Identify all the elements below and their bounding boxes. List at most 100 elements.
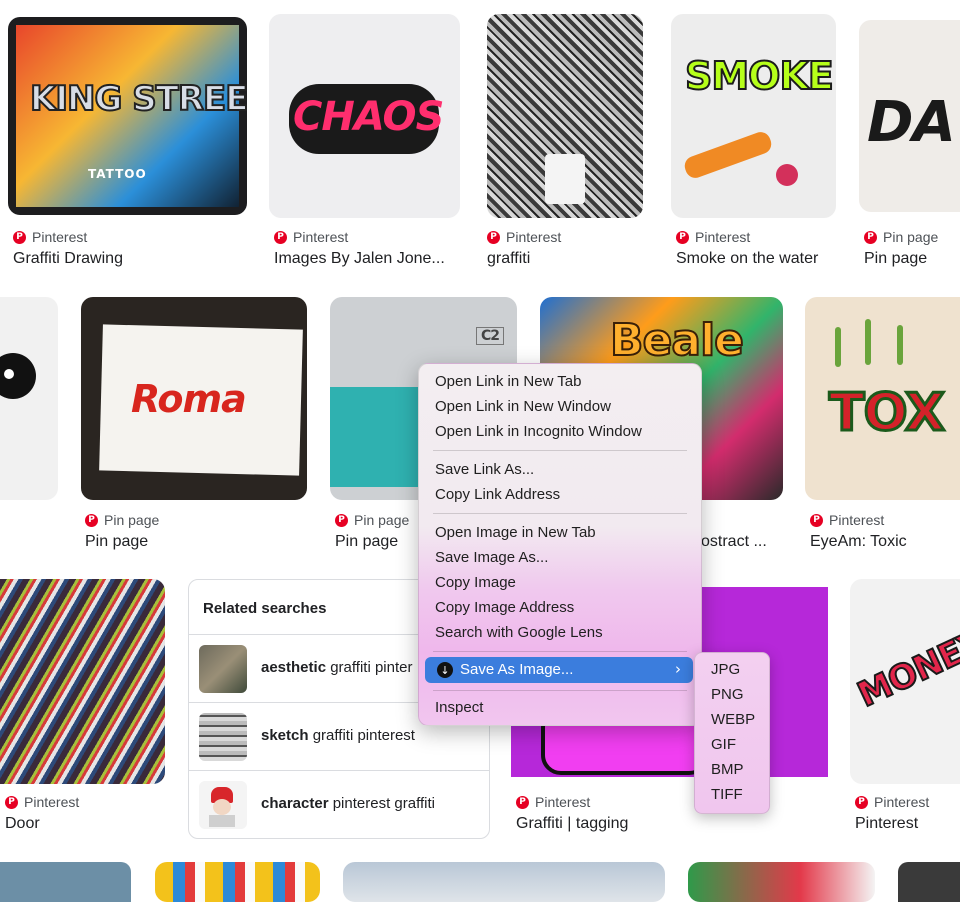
graffiti-art-text: Beale — [609, 314, 745, 367]
result-title[interactable]: graffiti — [487, 250, 643, 268]
result-image[interactable]: DA — [859, 20, 960, 212]
context-menu: Open Link in New Tab Open Link in New Wi… — [418, 363, 702, 726]
result-source-label: Pinterest — [535, 794, 591, 810]
related-search-keyword: sketch — [261, 727, 309, 744]
pinterest-icon: P — [274, 230, 287, 244]
related-search-rest: graffiti pinter — [326, 659, 413, 676]
related-searches-heading: Related searches — [203, 600, 327, 617]
result-source: P Pinterest — [516, 794, 590, 810]
chevron-right-icon: › — [675, 660, 681, 678]
result-title[interactable]: Graffiti Drawing — [13, 250, 248, 268]
result-title[interactable]: Pinterest — [855, 815, 960, 833]
result-image[interactable] — [0, 579, 165, 784]
graffiti-art-text: SMOKE — [684, 53, 835, 99]
submenu-bmp[interactable]: BMP — [711, 761, 744, 778]
result-source-label: Pinterest — [695, 229, 751, 245]
menu-save-image-as[interactable]: Save Image As... — [435, 549, 548, 566]
menu-open-link-incognito[interactable]: Open Link in Incognito Window — [435, 423, 642, 440]
result-image[interactable] — [0, 862, 131, 902]
menu-save-as-image[interactable]: ↓ Save As Image... › — [425, 657, 693, 683]
result-source-label: Pin page — [883, 229, 939, 245]
result-image[interactable]: Roma — [81, 297, 307, 500]
menu-save-as-image-label: Save As Image... — [460, 661, 574, 678]
related-search-keyword: aesthetic — [261, 659, 327, 676]
result-image[interactable] — [688, 862, 875, 902]
pinterest-icon: P — [13, 230, 26, 244]
related-search-thumbnail — [199, 713, 247, 761]
menu-open-link-new-tab[interactable]: Open Link in New Tab — [435, 373, 581, 390]
result-source-label: Pinterest — [293, 229, 349, 245]
result-title[interactable]: Pin page — [85, 533, 285, 551]
result-image[interactable] — [343, 862, 665, 902]
pinterest-icon: P — [5, 795, 18, 809]
related-search-rest: graffiti pinterest — [308, 727, 415, 744]
related-search-thumbnail — [199, 781, 247, 829]
related-search-thumbnail — [199, 645, 247, 693]
related-search-item[interactable]: character pinterest graffiti — [189, 770, 489, 838]
result-source: P Pinterest — [274, 229, 348, 245]
graffiti-art-text: Roma — [131, 377, 247, 421]
menu-save-link-as[interactable]: Save Link As... — [435, 461, 534, 478]
submenu-tiff[interactable]: TIFF — [711, 786, 743, 803]
result-source: P Pinterest — [13, 229, 87, 245]
result-source: P Pinterest — [676, 229, 750, 245]
result-image[interactable] — [487, 14, 643, 218]
result-image[interactable] — [0, 297, 58, 500]
result-image[interactable]: CHAOS — [269, 14, 460, 218]
result-image[interactable] — [155, 862, 320, 902]
related-search-text[interactable]: character pinterest graffiti — [261, 795, 435, 812]
submenu-webp[interactable]: WEBP — [711, 711, 755, 728]
result-source-label: Pinterest — [874, 794, 930, 810]
menu-copy-image[interactable]: Copy Image — [435, 574, 516, 591]
result-source-label: Pinterest — [24, 794, 80, 810]
menu-inspect[interactable]: Inspect — [435, 699, 483, 716]
related-search-rest: pinterest graffiti — [328, 795, 435, 812]
pinterest-icon: P — [676, 230, 689, 244]
graffiti-art-subtext: TATTOO — [88, 167, 147, 181]
related-search-text[interactable]: aesthetic graffiti pinter — [261, 659, 412, 676]
menu-copy-link-address[interactable]: Copy Link Address — [435, 486, 560, 503]
pinterest-icon: P — [516, 795, 529, 809]
result-title[interactable]: Pin page — [864, 250, 960, 268]
result-image[interactable] — [898, 862, 960, 902]
result-title[interactable]: Pin page — [335, 533, 415, 551]
result-title[interactable]: Images By Jalen Jone... — [274, 250, 460, 268]
result-source-label: Pinterest — [506, 229, 562, 245]
submenu-gif[interactable]: GIF — [711, 736, 736, 753]
result-title[interactable]: Door — [5, 815, 165, 833]
download-icon: ↓ — [437, 662, 453, 678]
result-title[interactable]: Graffiti | tagging — [516, 815, 691, 833]
result-title[interactable]: ostract ... — [701, 533, 771, 551]
result-source: P Pinterest — [5, 794, 79, 810]
result-source-label: Pinterest — [32, 229, 88, 245]
graffiti-art-text: CHAOS — [293, 94, 444, 140]
result-source: P Pinterest — [487, 229, 561, 245]
pinterest-icon: P — [864, 230, 877, 244]
result-image[interactable]: KING STREET TATTOO — [8, 17, 247, 215]
menu-separator — [433, 651, 687, 652]
result-image[interactable]: TOX — [805, 297, 960, 500]
result-source: P Pin page — [335, 512, 409, 528]
menu-open-image-new-tab[interactable]: Open Image in New Tab — [435, 524, 596, 541]
result-title[interactable]: Smoke on the water — [676, 250, 836, 268]
pinterest-icon: P — [855, 795, 868, 809]
menu-open-link-new-window[interactable]: Open Link in New Window — [435, 398, 611, 415]
graffiti-art-text: TOX — [828, 382, 947, 445]
result-source: P Pinterest — [810, 512, 884, 528]
pinterest-icon: P — [810, 513, 823, 527]
result-image[interactable]: MONEY — [850, 579, 960, 784]
result-image[interactable]: SMOKE — [671, 14, 836, 218]
graffiti-art-text: DA — [867, 90, 956, 155]
result-title[interactable]: EyeAm: Toxic — [810, 533, 960, 551]
result-source-label: Pinterest — [829, 512, 885, 528]
result-source-label: Pin page — [104, 512, 160, 528]
submenu-png[interactable]: PNG — [711, 686, 744, 703]
related-search-text[interactable]: sketch graffiti pinterest — [261, 727, 415, 744]
submenu-jpg[interactable]: JPG — [711, 661, 740, 678]
menu-copy-image-address[interactable]: Copy Image Address — [435, 599, 574, 616]
menu-search-google-lens[interactable]: Search with Google Lens — [435, 624, 603, 641]
related-search-keyword: character — [261, 795, 329, 812]
pinterest-icon: P — [335, 513, 348, 527]
graffiti-art-text: C2 — [476, 327, 505, 345]
graffiti-art-text: MONEY — [851, 622, 960, 717]
